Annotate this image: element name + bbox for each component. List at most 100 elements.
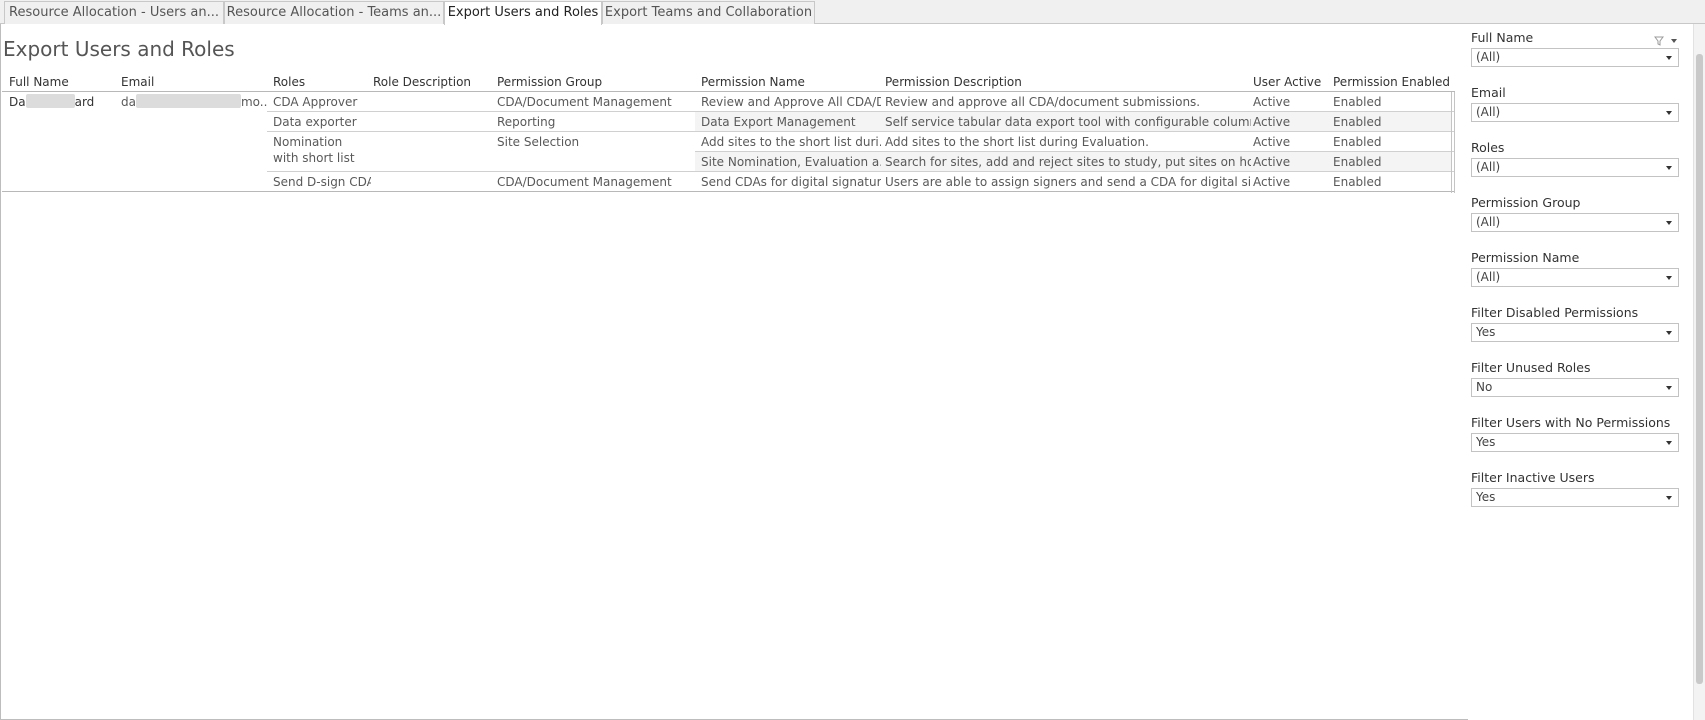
cell-permission-enabled[interactable]: Enabled [1333, 174, 1448, 190]
filter-dropdown[interactable]: (All) [1471, 158, 1679, 177]
header-permission-name[interactable]: Permission Name [701, 75, 805, 89]
header-role-description[interactable]: Role Description [373, 75, 471, 89]
chevron-down-icon [1666, 331, 1672, 335]
filter-value: (All) [1476, 160, 1501, 174]
cell-role[interactable]: CDA Approver [273, 94, 371, 110]
header-email[interactable]: Email [121, 75, 154, 89]
filter-dropdown[interactable]: Yes [1471, 488, 1679, 507]
header-roles[interactable]: Roles [273, 75, 305, 89]
cell-user-active[interactable]: Active [1253, 174, 1331, 190]
column-divider [1454, 92, 1455, 193]
cell-permission-group[interactable]: Reporting [497, 114, 687, 130]
tab-export-users-and-roles[interactable]: Export Users and Roles [444, 1, 602, 25]
filter-title: Filter Users with No Permissions [1471, 415, 1671, 430]
cell-permission-description[interactable]: Review and approve all CDA/document subm… [885, 94, 1251, 110]
tab-resource-allocation-users[interactable]: Resource Allocation - Users an... [4, 1, 224, 24]
cell-permission-description[interactable]: Users are able to assign signers and sen… [885, 174, 1251, 190]
filter-value: Yes [1476, 490, 1496, 504]
chevron-down-icon [1666, 276, 1672, 280]
filter-value: (All) [1476, 50, 1501, 64]
filter-value: (All) [1476, 105, 1501, 119]
full-name-end: ard [74, 95, 95, 109]
row-divider [695, 151, 1455, 152]
filter-permission-group: Permission Group (All) [1471, 194, 1679, 232]
header-user-active[interactable]: User Active [1253, 75, 1321, 89]
cell-full-name[interactable]: Da ard [9, 94, 109, 110]
sheet-tab-bar: Resource Allocation - Users an... Resour… [0, 0, 1705, 25]
cell-role[interactable]: Nomination with short list [273, 134, 371, 166]
cell-permission-enabled[interactable]: Enabled [1333, 114, 1448, 130]
header-permission-group[interactable]: Permission Group [497, 75, 602, 89]
email-end: mo.. [240, 95, 267, 109]
cell-email[interactable]: da mo.. [121, 94, 267, 110]
filter-title: Filter Inactive Users [1471, 470, 1595, 485]
header-permission-description[interactable]: Permission Description [885, 75, 1022, 89]
cell-user-active[interactable]: Active [1253, 134, 1331, 150]
cell-permission-group[interactable]: Site Selection [497, 134, 687, 150]
filter-title: Permission Group [1471, 195, 1581, 210]
filter-full-name: Full Name (All) [1471, 29, 1679, 67]
filter-dropdown[interactable]: (All) [1471, 213, 1679, 232]
cell-user-active[interactable]: Active [1253, 154, 1331, 170]
chevron-down-icon [1666, 496, 1672, 500]
scrollbar-thumb[interactable] [1696, 54, 1703, 684]
header-full-name[interactable]: Full Name [9, 75, 69, 89]
filter-dropdown[interactable]: Yes [1471, 323, 1679, 342]
cell-permission-name[interactable]: Data Export Management [701, 114, 881, 130]
cell-permission-group[interactable]: CDA/Document Management [497, 174, 687, 190]
filter-title: Filter Unused Roles [1471, 360, 1591, 375]
filter-panel: Full Name (All) Email (All) Roles (All) … [1468, 24, 1693, 720]
filter-roles: Roles (All) [1471, 139, 1679, 177]
cell-permission-group[interactable]: CDA/Document Management [497, 94, 687, 110]
cell-permission-description[interactable]: Self service tabular data export tool wi… [885, 114, 1251, 130]
header-permission-enabled[interactable]: Permission Enabled [1333, 75, 1450, 89]
chevron-down-icon [1666, 56, 1672, 60]
cell-permission-name[interactable]: Review and Approve All CDA/D.. [701, 94, 881, 110]
filter-disabled-permissions: Filter Disabled Permissions Yes [1471, 304, 1679, 342]
filter-dropdown[interactable]: Yes [1471, 433, 1679, 452]
cell-user-active[interactable]: Active [1253, 114, 1331, 130]
cell-permission-name[interactable]: Add sites to the short list duri.. [701, 134, 881, 150]
row-divider [267, 131, 1455, 132]
row-divider [267, 111, 1455, 112]
cell-permission-enabled[interactable]: Enabled [1333, 134, 1448, 150]
cell-user-active[interactable]: Active [1253, 94, 1331, 110]
chevron-down-icon [1666, 166, 1672, 170]
filter-permission-name: Permission Name (All) [1471, 249, 1679, 287]
filter-dropdown[interactable]: No [1471, 378, 1679, 397]
filter-value: Yes [1476, 435, 1496, 449]
cell-permission-name[interactable]: Send CDAs for digital signature [701, 174, 881, 190]
filter-value: (All) [1476, 215, 1501, 229]
funnel-icon[interactable] [1649, 35, 1679, 47]
chevron-down-icon [1666, 111, 1672, 115]
vertical-scrollbar[interactable] [1693, 24, 1705, 720]
filter-value: Yes [1476, 325, 1496, 339]
cell-role[interactable]: Data exporter [273, 114, 371, 130]
cell-role[interactable]: Send D-sign CDA [273, 174, 371, 190]
cell-permission-description[interactable]: Search for sites, add and reject sites t… [885, 154, 1251, 170]
filter-title: Email [1471, 85, 1506, 100]
filter-users-no-permissions: Filter Users with No Permissions Yes [1471, 414, 1679, 452]
tab-export-teams-and-collaboration[interactable]: Export Teams and Collaboration [602, 1, 815, 24]
cell-permission-enabled[interactable]: Enabled [1333, 94, 1448, 110]
filter-email: Email (All) [1471, 84, 1679, 122]
tab-resource-allocation-teams[interactable]: Resource Allocation - Teams an... [224, 1, 444, 24]
redacted-block [135, 94, 241, 108]
chevron-down-icon [1666, 221, 1672, 225]
cell-permission-enabled[interactable]: Enabled [1333, 154, 1448, 170]
filter-title: Full Name [1471, 30, 1534, 45]
filter-value: (All) [1476, 270, 1501, 284]
filter-title: Permission Name [1471, 250, 1580, 265]
redacted-block [25, 94, 75, 108]
cell-permission-name[interactable]: Site Nomination, Evaluation a.. [701, 154, 881, 170]
cell-permission-description[interactable]: Add sites to the short list during Evalu… [885, 134, 1251, 150]
filter-tools [1649, 32, 1679, 47]
email-start: da [121, 95, 136, 109]
filter-dropdown[interactable]: (All) [1471, 48, 1679, 67]
filter-dropdown[interactable]: (All) [1471, 268, 1679, 287]
filter-unused-roles: Filter Unused Roles No [1471, 359, 1679, 397]
filter-value: No [1476, 380, 1493, 394]
user-roles-table: Da ard da mo.. CDA Approver Data exporter … [2, 91, 1455, 193]
filter-dropdown[interactable]: (All) [1471, 103, 1679, 122]
full-name-start: Da [9, 95, 26, 109]
